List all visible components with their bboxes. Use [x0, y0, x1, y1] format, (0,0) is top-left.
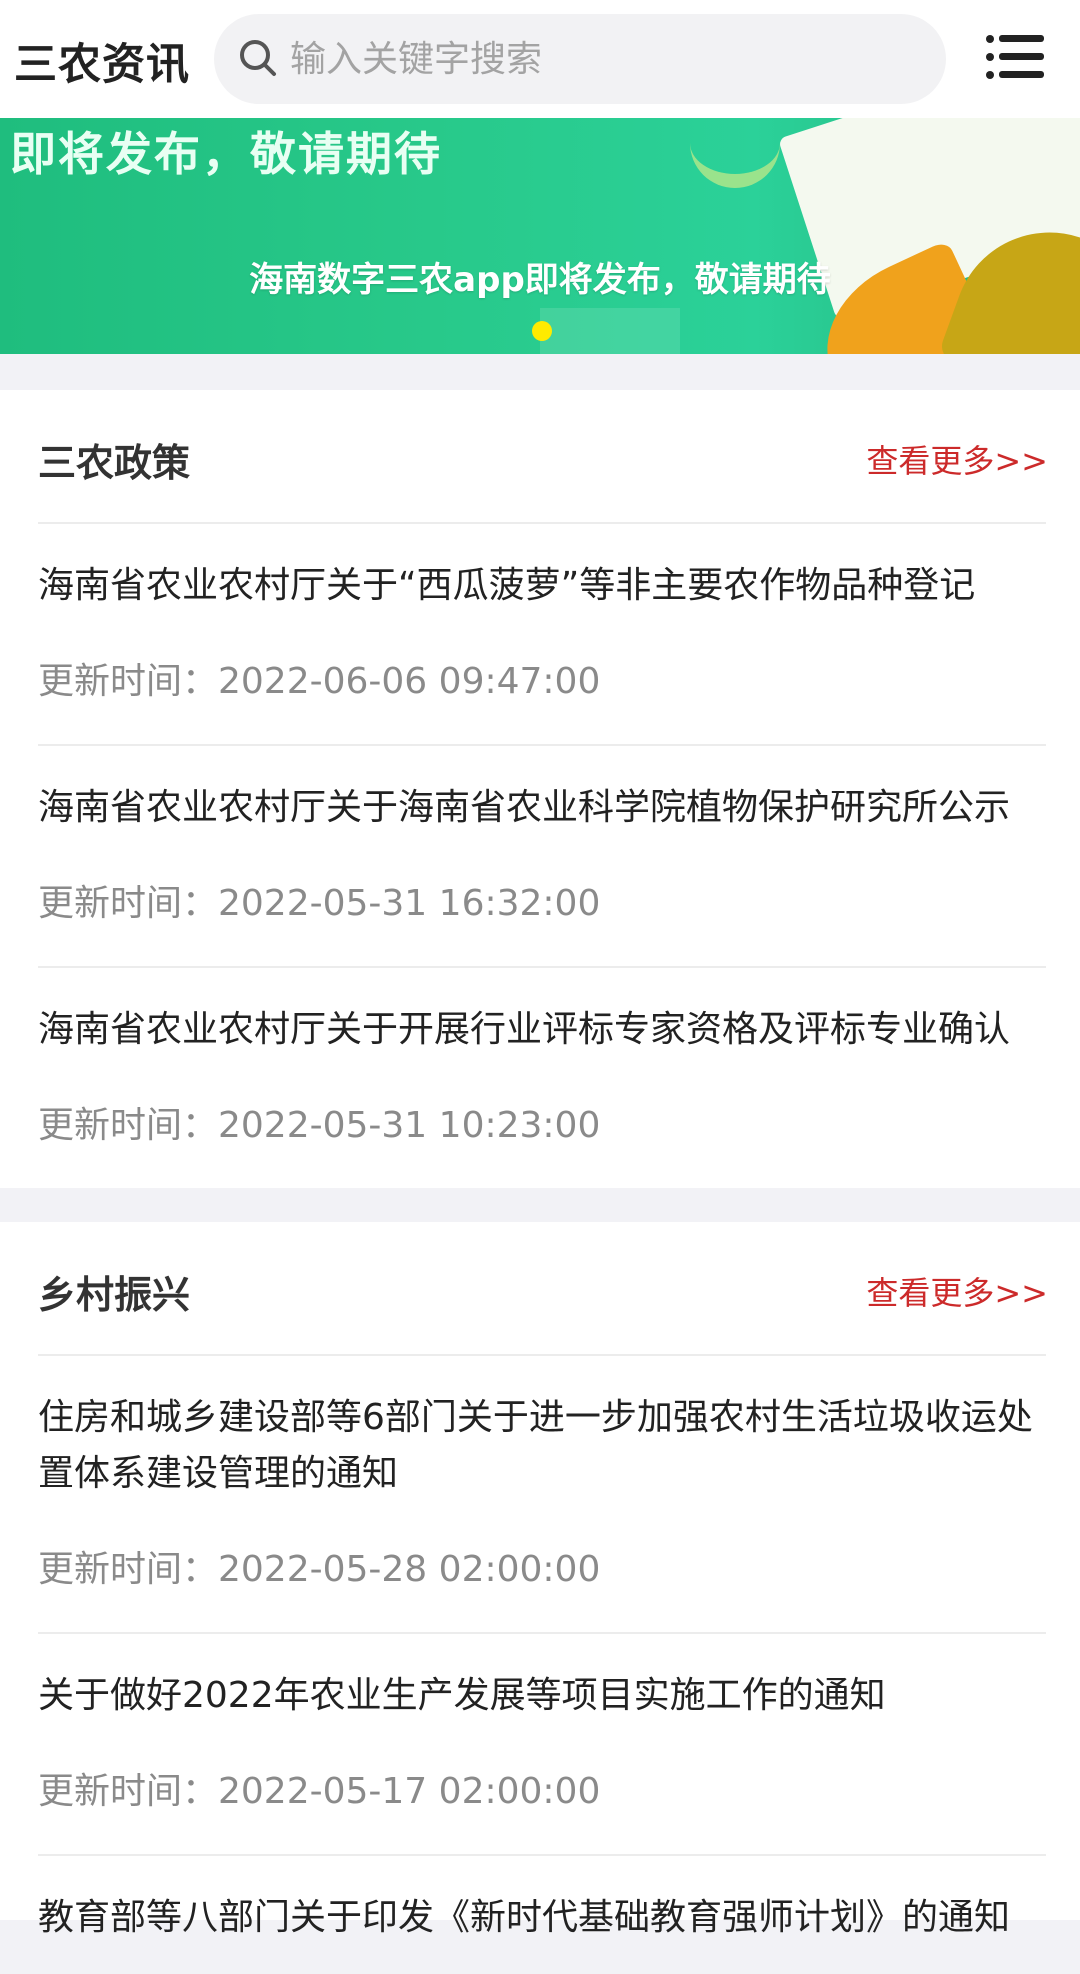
section-policy: 三农政策 查看更多>> 海南省农业农村厅关于“西瓜菠萝”等非主要农作物品种登记 …: [0, 390, 1080, 1188]
menu-icon[interactable]: [986, 34, 1044, 80]
news-title[interactable]: 关于做好2022年农业生产发展等项目实施工作的通知: [38, 1668, 1046, 1724]
view-more-link[interactable]: 查看更多>>: [866, 436, 1048, 482]
banner-block-illustration: [540, 308, 680, 354]
news-item[interactable]: 关于做好2022年农业生产发展等项目实施工作的通知 更新时间：2022-05-1…: [38, 1632, 1046, 1854]
section-title: 乡村振兴: [38, 1273, 191, 1317]
news-title[interactable]: 教育部等八部门关于印发《新时代基础教育强师计划》的通知: [38, 1890, 1046, 1946]
news-title[interactable]: 海南省农业农村厅关于海南省农业科学院植物保护研究所公示: [38, 780, 1046, 836]
news-item[interactable]: 住房和城乡建设部等6部门关于进一步加强农村生活垃圾收运处置体系建设管理的通知 更…: [38, 1354, 1046, 1632]
search-input[interactable]: [290, 14, 910, 104]
search-box[interactable]: [214, 14, 946, 104]
news-item[interactable]: 海南省农业农村厅关于“西瓜菠萝”等非主要农作物品种登记 更新时间：2022-06…: [38, 522, 1046, 744]
news-title[interactable]: 海南省农业农村厅关于“西瓜菠萝”等非主要农作物品种登记: [38, 558, 1046, 614]
news-item[interactable]: 海南省农业农村厅关于海南省农业科学院植物保护研究所公示 更新时间：2022-05…: [38, 744, 1046, 966]
news-item[interactable]: 教育部等八部门关于印发《新时代基础教育强师计划》的通知: [38, 1854, 1046, 1974]
section-title: 三农政策: [38, 441, 191, 485]
news-title[interactable]: 住房和城乡建设部等6部门关于进一步加强农村生活垃圾收运处置体系建设管理的通知: [38, 1390, 1046, 1502]
news-title[interactable]: 海南省农业农村厅关于开展行业评标专家资格及评标专业确认: [38, 1002, 1046, 1058]
carousel-indicator-dot[interactable]: [532, 321, 552, 341]
search-icon: [240, 40, 276, 76]
news-time: 更新时间：2022-05-31 10:23:00: [38, 1105, 601, 1146]
app-title: 三农资讯: [14, 40, 190, 90]
news-time: 更新时间：2022-05-28 02:00:00: [38, 1549, 601, 1590]
news-time: 更新时间：2022-05-31 16:32:00: [38, 883, 601, 924]
banner-swoosh-illustration: [690, 118, 780, 188]
news-item[interactable]: 海南省农业农村厅关于开展行业评标专家资格及评标专业确认 更新时间：2022-05…: [38, 966, 1046, 1188]
banner-caption: 海南数字三农app即将发布，敬请期待: [249, 260, 831, 300]
section-rural-revitalization: 乡村振兴 查看更多>> 住房和城乡建设部等6部门关于进一步加强农村生活垃圾收运处…: [0, 1222, 1080, 1938]
view-more-link[interactable]: 查看更多>>: [866, 1268, 1048, 1314]
news-time: 更新时间：2022-05-17 02:00:00: [38, 1771, 601, 1812]
top-bar: 三农资讯: [0, 0, 1080, 118]
banner-headline: 即将发布，敬请期待: [10, 127, 442, 181]
banner-carousel[interactable]: 即将发布，敬请期待 海南数字三农app即将发布，敬请期待: [0, 118, 1080, 354]
news-time: 更新时间：2022-06-06 09:47:00: [38, 661, 601, 702]
